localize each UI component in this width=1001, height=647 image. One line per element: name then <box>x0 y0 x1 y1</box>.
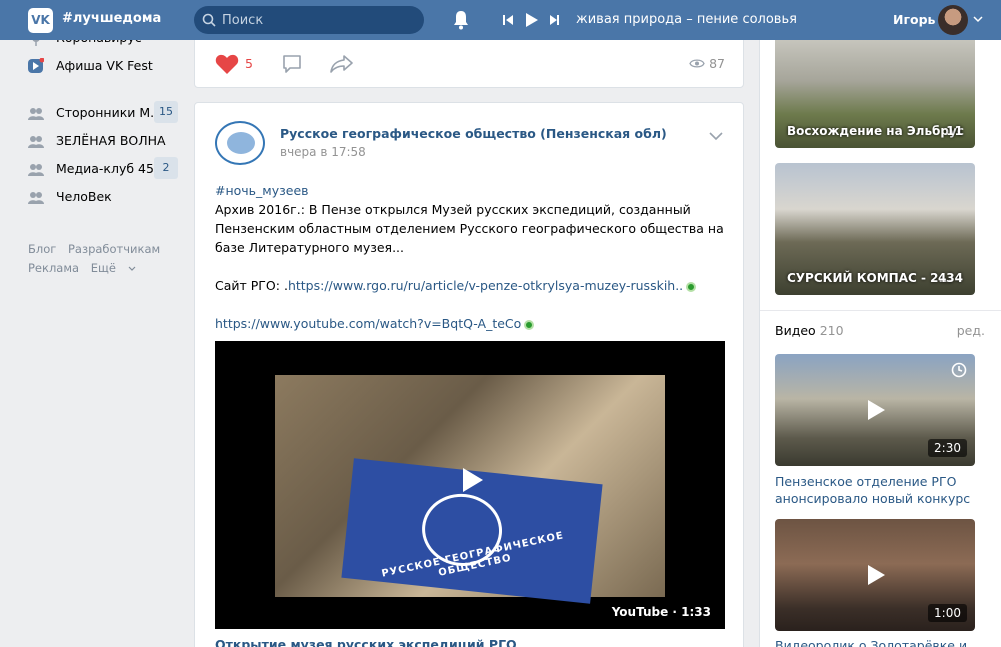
group-avatar[interactable] <box>215 121 265 165</box>
sidebar-item-green-wave[interactable]: ЗЕЛЁНАЯ ВОЛНА <box>28 129 183 153</box>
play-icon[interactable] <box>526 13 538 27</box>
track-title[interactable]: живая природа – пение соловья <box>576 12 797 27</box>
album-count: 434 <box>937 271 963 285</box>
post-time[interactable]: вчера в 17:58 <box>280 145 366 159</box>
footer-link-blog[interactable]: Блог <box>28 242 56 256</box>
album-thumbnail[interactable]: СУРСКИЙ КОМПАС - 2... 434 <box>775 163 975 295</box>
album-title: Восхождение на Эльбрус <box>787 124 964 138</box>
watch-later-icon[interactable] <box>951 362 967 378</box>
bell-icon[interactable] <box>452 10 470 30</box>
view-count: 87 <box>689 56 725 71</box>
sidebar-item-supporters[interactable]: Сторонники М... 15 <box>28 101 183 125</box>
comment-icon[interactable] <box>282 54 302 74</box>
sidebar-item-label: Афиша VK Fest <box>56 58 153 73</box>
play-icon[interactable] <box>861 396 889 424</box>
search-input[interactable] <box>222 6 417 34</box>
post-actions: 5 87 <box>215 53 725 77</box>
sidebar-footer-links: Блог Разработчикам Реклама Ещё <box>28 240 168 278</box>
sidebar-item-label: ЗЕЛЁНАЯ ВОЛНА <box>56 133 166 148</box>
eye-icon <box>689 59 705 68</box>
like-count: 5 <box>245 56 253 71</box>
count-badge: 2 <box>154 157 178 179</box>
community-icon <box>28 192 44 204</box>
post-card: Русское географическое общество (Пензенс… <box>194 102 744 647</box>
album-title: СУРСКИЙ КОМПАС - 2... <box>787 271 953 285</box>
brand-hashtag[interactable]: #лучшедома <box>62 11 161 26</box>
top-header: VK #лучшедома живая природа – пение соло… <box>0 0 1001 40</box>
videos-edit-link[interactable]: ред. <box>957 323 985 338</box>
sidebar-item-chelovek[interactable]: ЧелоВек <box>28 185 183 209</box>
count-badge: 15 <box>154 101 178 123</box>
group-name-link[interactable]: Русское географическое общество (Пензенс… <box>280 126 667 141</box>
next-track-icon[interactable] <box>550 15 559 25</box>
chevron-down-icon[interactable] <box>709 131 723 141</box>
videos-count: 210 <box>819 323 844 338</box>
user-name[interactable]: Игорь <box>893 12 935 27</box>
videos-header[interactable]: Видео 210 <box>775 323 844 338</box>
right-column: Восхождение на Эльбрус 11 СУРСКИЙ КОМПАС… <box>759 0 1001 647</box>
site-line: Сайт РГО: .https://www.rgo.ru/ru/article… <box>215 276 725 295</box>
video-caption-link[interactable]: Видеоролик о Золотарёвке и <box>775 637 975 647</box>
sidebar-item-vkfest[interactable]: Афиша VK Fest <box>28 54 183 78</box>
footer-link-more[interactable]: Ещё <box>91 261 136 275</box>
search-box[interactable] <box>194 6 424 34</box>
site-label: Сайт РГО: . <box>215 278 288 293</box>
community-icon <box>28 108 44 120</box>
sidebar-item-label: Сторонники М... <box>56 105 163 120</box>
rgo-link[interactable]: https://www.rgo.ru/ru/article/v-penze-ot… <box>288 278 683 293</box>
hashtag-link[interactable]: #ночь_музеев <box>215 181 725 200</box>
play-icon[interactable] <box>456 465 486 495</box>
video-duration: 2:30 <box>928 439 967 457</box>
sidebar-item-label: ЧелоВек <box>56 189 112 204</box>
post-body: Архив 2016г.: В Пензе открылся Музей рус… <box>215 202 724 255</box>
community-icon <box>28 136 44 148</box>
album-count: 11 <box>946 124 963 138</box>
vkfest-icon <box>28 58 44 73</box>
video-source-duration: YouTube · 1:33 <box>611 605 711 619</box>
community-icon <box>28 164 44 176</box>
video-caption-link[interactable]: Пензенское отделение РГО анонсировало но… <box>775 473 975 507</box>
avatar[interactable] <box>938 5 968 35</box>
chevron-down-icon <box>128 266 136 271</box>
sidebar-item-label: Медиа-клуб 45 ... <box>56 161 170 176</box>
vk-logo[interactable]: VK <box>28 8 53 33</box>
video-player[interactable]: РУССКОЕ ГЕОГРАФИЧЕСКОЕ ОБЩЕСТВО YouTube … <box>215 341 725 629</box>
play-icon[interactable] <box>861 561 889 589</box>
chevron-down-icon[interactable] <box>973 15 983 23</box>
link-status-icon <box>686 281 697 292</box>
audio-player-controls <box>500 12 566 32</box>
footer-link-developers[interactable]: Разработчикам <box>68 242 160 256</box>
youtube-link[interactable]: https://www.youtube.com/watch?v=BqtQ-A_t… <box>215 316 521 331</box>
share-icon[interactable] <box>330 55 354 73</box>
video-thumbnail[interactable]: 2:30 <box>775 354 975 466</box>
sidebar-item-media-club[interactable]: Медиа-клуб 45 ... 2 <box>28 157 183 181</box>
search-icon <box>202 13 216 27</box>
album-thumbnail[interactable]: Восхождение на Эльбрус 11 <box>775 36 975 148</box>
video-title-link[interactable]: Открытие музея русских экспедиций РГО <box>215 637 517 647</box>
link-status-icon <box>524 319 535 330</box>
post-text: #ночь_музеев Архив 2016г.: В Пензе откры… <box>215 181 725 333</box>
heart-icon[interactable] <box>215 53 239 75</box>
footer-link-ads[interactable]: Реклама <box>28 261 79 275</box>
divider <box>760 310 1001 311</box>
video-thumbnail[interactable]: 1:00 <box>775 519 975 631</box>
video-duration: 1:00 <box>928 604 967 622</box>
prev-track-icon[interactable] <box>503 15 513 25</box>
